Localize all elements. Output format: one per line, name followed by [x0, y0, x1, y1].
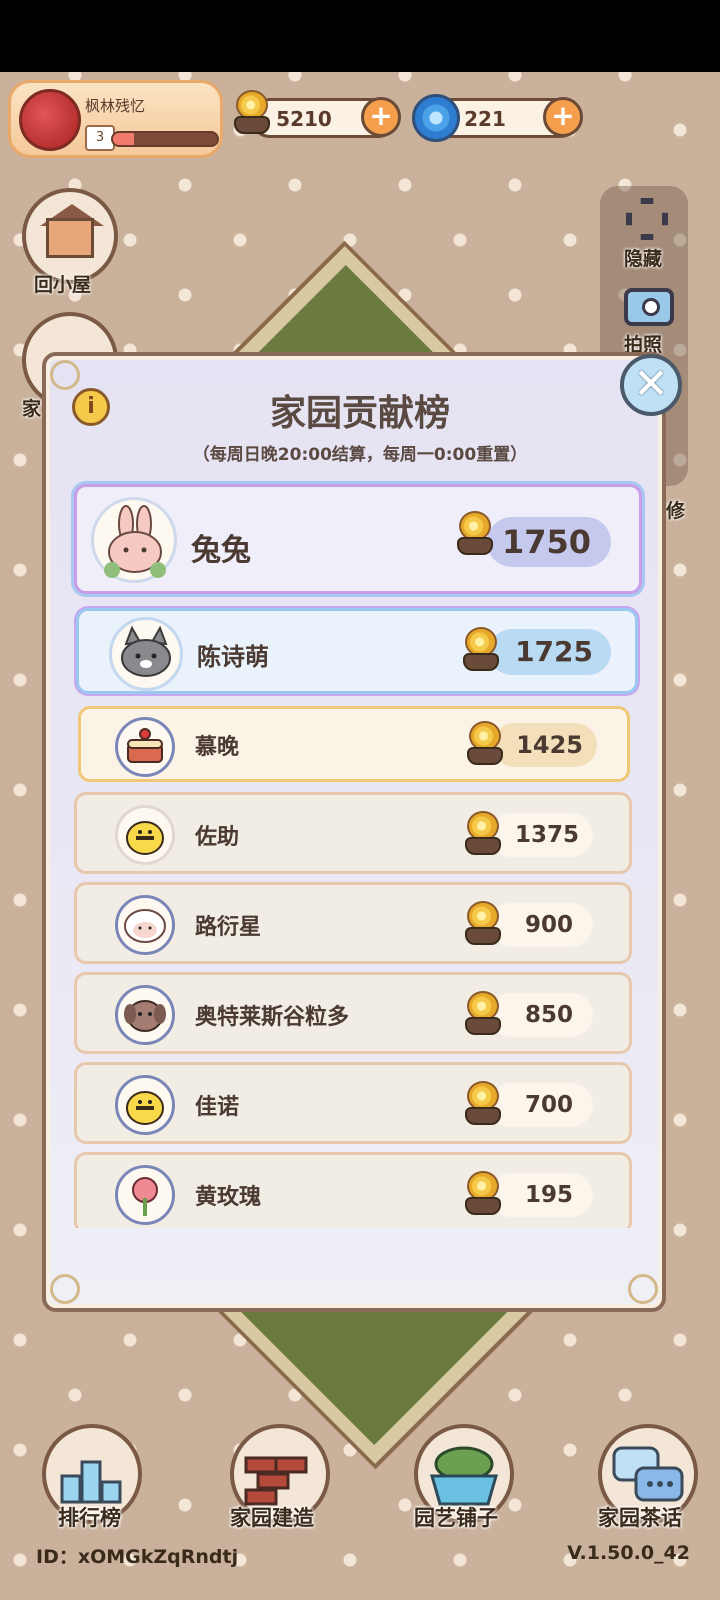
level-progress-fill: [113, 133, 134, 145]
snail-coin-icon: [463, 719, 507, 767]
chat-nav-label: 家园茶话: [598, 1506, 682, 1530]
sheep-avatar: [115, 895, 175, 955]
score-value: 1725: [489, 629, 611, 675]
tulip-avatar: [115, 1165, 175, 1225]
snail-coin-icon: [461, 1079, 505, 1127]
add-snail-currency-button[interactable]: +: [361, 97, 401, 137]
camera-icon[interactable]: [624, 288, 674, 326]
ranking-list[interactable]: 兔兔 1750 陈诗萌 1725 慕晚 1425 佐助 1375 路衍星 900…: [68, 476, 652, 1228]
cat-avatar: [109, 617, 183, 691]
ranking-row-8[interactable]: 黄玫瑰 195: [74, 1152, 632, 1228]
ranking-row-7[interactable]: 佳诺 700: [74, 1062, 632, 1144]
level-progress-bar: [111, 131, 219, 147]
shop-nav-label: 园艺铺子: [414, 1506, 498, 1530]
repair-label: 修: [666, 500, 686, 522]
ranking-row-2[interactable]: 陈诗萌 1725: [76, 608, 638, 694]
ranking-nav-label: 排行榜: [58, 1506, 121, 1530]
ranking-row-6[interactable]: 奥特莱斯谷粒多 850: [74, 972, 632, 1054]
player-name: 枫林残忆: [85, 97, 146, 115]
snail-coin-icon: [461, 1169, 505, 1217]
snail-coin-icon: [461, 809, 505, 857]
app-version: V.1.50.0_42: [567, 1542, 690, 1564]
player-name: 佳诺: [195, 1095, 240, 1120]
snail-coin-icon: [461, 989, 505, 1037]
hide-label: 隐藏: [624, 248, 663, 270]
snail-coin-icon: [461, 899, 505, 947]
add-swirl-currency-button[interactable]: +: [543, 97, 583, 137]
player-name: 奥特莱斯谷粒多: [195, 1005, 350, 1030]
ranking-row-4[interactable]: 佐助 1375: [74, 792, 632, 874]
ranking-row-1[interactable]: 兔兔 1750: [74, 484, 642, 594]
player-name: 黄玫瑰: [195, 1185, 262, 1210]
player-id: ID：xOMGkZqRndtj: [36, 1546, 239, 1568]
swirl-gem-icon: [412, 94, 460, 142]
score-value: 1750: [487, 517, 611, 567]
score-value: 1425: [493, 723, 597, 767]
bee-avatar: [115, 1075, 175, 1135]
rose-avatar-icon: [19, 89, 81, 151]
player-name: 陈诗萌: [197, 643, 269, 671]
snail-coin-icon: [459, 625, 503, 673]
status-bar: [0, 0, 720, 72]
player-profile-card[interactable]: 枫林残忆 3: [8, 80, 223, 158]
build-nav-label: 家园建造: [230, 1506, 314, 1530]
player-name: 慕晚: [195, 735, 240, 760]
snail-coin-icon: [230, 88, 274, 136]
dog-avatar: [115, 985, 175, 1045]
player-name: 佐助: [195, 825, 240, 850]
rabbit-avatar: [91, 497, 177, 583]
ranking-row-3[interactable]: 慕晚 1425: [78, 706, 630, 782]
player-name: 兔兔: [191, 533, 251, 568]
ranking-row-5[interactable]: 路衍星 900: [74, 882, 632, 964]
dialog-subtitle: （每周日晚20:00结算，每周一0:00重置）: [192, 445, 528, 465]
cake-avatar: [115, 717, 175, 777]
snail-coin-icon: [453, 509, 497, 557]
home-button-label: 回小屋: [34, 274, 92, 296]
dialog-title: 家园贡献榜: [269, 393, 450, 434]
bee-avatar: [115, 805, 175, 865]
player-name: 路衍星: [195, 915, 262, 940]
